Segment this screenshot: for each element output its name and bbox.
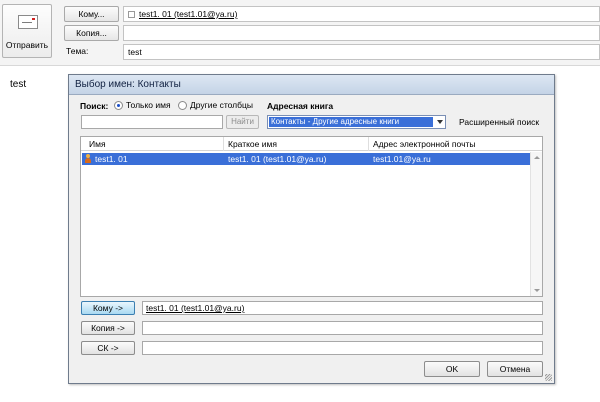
- dropdown-arrow-icon[interactable]: [437, 120, 443, 124]
- radio-checked-icon: [114, 100, 123, 110]
- radio-unchecked-icon: [178, 100, 187, 110]
- contact-row[interactable]: test1. 01 test1. 01 (test1.01@ya.ru) tes…: [82, 153, 530, 165]
- compose-header: Отправить Кому... test1. 01 (test1.01@ya…: [0, 0, 600, 66]
- column-divider[interactable]: [368, 137, 369, 151]
- dialog-to-field[interactable]: test1. 01 (test1.01@ya.ru): [142, 301, 543, 315]
- dialog-bcc-field[interactable]: [142, 341, 543, 355]
- dialog-bcc-button[interactable]: СК ->: [81, 341, 135, 355]
- select-names-dialog: Выбор имен: Контакты Поиск: Только имя Д…: [68, 74, 555, 384]
- column-header-name[interactable]: Имя: [89, 139, 106, 149]
- list-scrollbar[interactable]: [530, 152, 542, 296]
- contact-person-icon: [84, 154, 92, 164]
- address-book-select[interactable]: Контакты - Другие адресные книги: [267, 115, 446, 129]
- radio-name-only-label: Только имя: [126, 100, 171, 110]
- resize-grip-icon[interactable]: [545, 374, 552, 381]
- find-button[interactable]: Найти: [226, 115, 259, 129]
- radio-other-columns-label: Другие столбцы: [190, 100, 253, 110]
- send-button[interactable]: Отправить: [2, 4, 52, 58]
- recipient-checkbox-icon: [128, 11, 135, 18]
- contact-name: test1. 01: [95, 154, 128, 164]
- column-header-email[interactable]: Адрес электронной почты: [373, 139, 476, 149]
- contact-display-name: test1. 01 (test1.01@ya.ru): [228, 154, 327, 164]
- envelope-send-icon: [18, 15, 38, 29]
- scroll-up-icon[interactable]: [534, 156, 540, 159]
- scroll-down-icon[interactable]: [534, 289, 540, 292]
- to-button[interactable]: Кому...: [64, 6, 119, 22]
- to-field[interactable]: test1. 01 (test1.01@ya.ru): [123, 6, 600, 22]
- cc-button[interactable]: Копия...: [64, 25, 119, 41]
- dialog-cc-button[interactable]: Копия ->: [81, 321, 135, 335]
- ok-button[interactable]: OK: [424, 361, 480, 377]
- subject-label: Тема:: [66, 46, 89, 56]
- search-input[interactable]: [81, 115, 223, 129]
- list-header: Имя Краткое имя Адрес электронной почты: [81, 137, 542, 151]
- dialog-cc-field[interactable]: [142, 321, 543, 335]
- dialog-to-value[interactable]: test1. 01 (test1.01@ya.ru): [146, 303, 244, 313]
- radio-other-columns[interactable]: Другие столбцы: [178, 100, 253, 110]
- cancel-button[interactable]: Отмена: [487, 361, 543, 377]
- advanced-search-link[interactable]: Расширенный поиск: [459, 117, 539, 127]
- subject-field[interactable]: test: [123, 44, 600, 60]
- search-label: Поиск:: [80, 101, 109, 111]
- contact-email: test1.01@ya.ru: [373, 154, 431, 164]
- send-button-label: Отправить: [5, 40, 49, 50]
- dialog-to-button[interactable]: Кому ->: [81, 301, 135, 315]
- dialog-title[interactable]: Выбор имен: Контакты: [69, 75, 554, 95]
- message-body[interactable]: test: [10, 79, 26, 90]
- radio-name-only[interactable]: Только имя: [114, 100, 171, 110]
- cc-field[interactable]: [123, 25, 600, 41]
- column-divider[interactable]: [223, 137, 224, 151]
- contacts-list[interactable]: Имя Краткое имя Адрес электронной почты …: [80, 136, 543, 297]
- to-field-value[interactable]: test1. 01 (test1.01@ya.ru): [139, 9, 237, 19]
- column-header-display-name[interactable]: Краткое имя: [228, 139, 277, 149]
- address-book-label: Адресная книга: [267, 101, 334, 111]
- address-book-value: Контакты - Другие адресные книги: [269, 117, 433, 127]
